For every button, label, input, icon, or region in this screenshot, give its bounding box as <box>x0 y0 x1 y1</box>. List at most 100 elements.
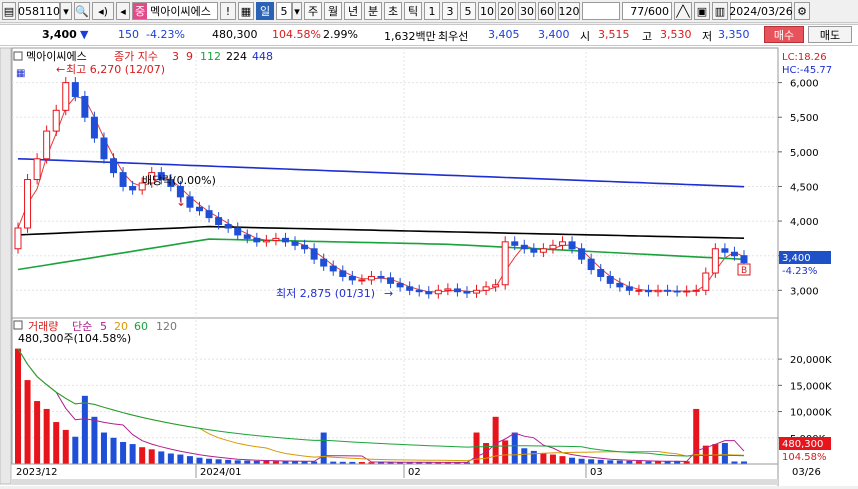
volume-bar <box>616 460 623 464</box>
legend-ma3: 3 <box>172 50 179 63</box>
tab-period-2[interactable]: 년 <box>344 2 362 20</box>
candle-body <box>320 258 328 267</box>
chart-scrollbar[interactable] <box>12 479 778 485</box>
candle-body <box>568 241 576 250</box>
volume-bar <box>540 453 547 464</box>
candle-body <box>664 289 672 292</box>
volume: 480,300 <box>212 28 258 41</box>
settings-gear-icon[interactable]: ⚙ <box>794 2 810 20</box>
candle-body <box>635 289 643 292</box>
candle-body <box>511 241 519 246</box>
date-field[interactable]: 2024/03/26 <box>729 2 793 20</box>
legend-ma112: 112 <box>200 50 221 63</box>
prev-icon[interactable]: ◂ <box>116 2 130 20</box>
open-label: 시 <box>580 30 591 43</box>
tab-period-0[interactable]: 주 <box>304 2 322 20</box>
volume-bar <box>91 416 98 464</box>
period-dropdown-icon[interactable]: ▾ <box>292 2 302 20</box>
volume-bar <box>712 444 719 464</box>
candle-body <box>549 244 557 250</box>
volume-bar <box>215 459 222 464</box>
y-tick-1: 5,500 <box>790 113 819 124</box>
tab-period-5[interactable]: 틱 <box>404 2 422 20</box>
tab-interval-6[interactable]: 60 <box>538 2 556 20</box>
volume-bar <box>225 459 232 464</box>
candle-body <box>434 289 442 295</box>
x-label-dec: 2023/12 <box>16 467 58 478</box>
candle-body <box>215 217 223 226</box>
y-tick-2: 5,000 <box>790 148 819 159</box>
candle-body <box>358 279 366 282</box>
candle-body <box>492 284 500 288</box>
x-axis: 2023/12 2024/01 02 03 03/26 <box>12 463 821 478</box>
tab-period-1[interactable]: 월 <box>324 2 342 20</box>
open-price: 3,515 <box>598 28 630 41</box>
candle-body <box>281 237 289 243</box>
stock-code-input[interactable]: 058110 <box>18 2 60 20</box>
trade-amount: 1,632백만 <box>384 30 436 43</box>
price-change-pct: -4.23% <box>146 28 185 41</box>
period-tabs: 주월년분초틱 <box>302 2 422 20</box>
volume-bar <box>206 458 213 464</box>
candle-body <box>453 288 461 293</box>
low-arrow-icon: → <box>384 287 393 300</box>
grid-icon[interactable]: ▦ <box>238 2 254 20</box>
candle-body <box>196 206 203 212</box>
vlegend-60: 60 <box>134 320 148 333</box>
tab-interval-7[interactable]: 120 <box>558 2 580 20</box>
table-icon[interactable]: ▦ <box>16 68 25 79</box>
candle-body <box>367 275 375 281</box>
best-ask: 3,405 <box>488 28 520 41</box>
chart-menu-icon[interactable]: ▤ <box>2 2 16 20</box>
down-arrow-icon: ▼ <box>80 28 89 41</box>
tab-interval-4[interactable]: 20 <box>498 2 516 20</box>
count-field[interactable]: 77/600 <box>622 2 672 20</box>
speaker-icon[interactable]: ◂) <box>92 2 114 20</box>
dividend-annotation: 배당락(0.00%) <box>142 174 216 187</box>
buy-button[interactable]: 매수 <box>764 26 804 43</box>
blank-field[interactable] <box>582 2 620 20</box>
chart-area[interactable]: 6,0005,5005,0004,5004,0003,5003,000 20,0… <box>0 46 858 486</box>
tab-interval-3[interactable]: 10 <box>478 2 496 20</box>
volume-bar <box>177 454 184 464</box>
alert-button[interactable]: ! <box>220 2 236 20</box>
x-label-end: 03/26 <box>792 467 821 478</box>
tab-interval-5[interactable]: 30 <box>518 2 536 20</box>
price-y-axis: 6,0005,5005,0004,5004,0003,5003,000 <box>778 79 819 297</box>
legend-ma224: 224 <box>226 50 247 63</box>
tab-day[interactable]: 일 <box>256 2 274 20</box>
zigzag-icon[interactable]: ╱╲ <box>674 2 692 20</box>
calendar-icon[interactable]: ▥ <box>712 2 728 20</box>
turnover: 2.99% <box>323 28 358 41</box>
tab-period-3[interactable]: 분 <box>364 2 382 20</box>
candle-body <box>119 172 127 187</box>
candle-body <box>597 269 605 277</box>
candle-body <box>234 227 242 236</box>
stock-name-field[interactable]: 중 멕아이씨에스 <box>132 2 218 20</box>
low-price: 3,350 <box>718 28 750 41</box>
high-label: 고 <box>642 30 653 43</box>
candle-body <box>711 248 719 274</box>
period-count[interactable]: 5 <box>276 2 292 20</box>
volume-badge-text: 480,300 <box>782 439 823 450</box>
toolbar: ▤ 058110 ▾ 🔍 ◂) ◂ 중 멕아이씨에스 ! ▦ 일 5 ▾ 주월년… <box>0 0 858 23</box>
candle-body <box>406 286 414 291</box>
tab-interval-0[interactable]: 1 <box>424 2 440 20</box>
code-dropdown-icon[interactable]: ▾ <box>60 2 72 20</box>
candle-body <box>329 265 337 272</box>
sell-button[interactable]: 매도 <box>808 26 852 43</box>
volume-bar <box>530 450 537 464</box>
tab-interval-1[interactable]: 3 <box>442 2 458 20</box>
candle-body <box>559 241 566 246</box>
save-icon[interactable]: ▣ <box>694 2 710 20</box>
candle-body <box>33 158 41 181</box>
candle-body <box>396 282 404 288</box>
tab-period-4[interactable]: 초 <box>384 2 402 20</box>
search-icon[interactable]: 🔍 <box>74 2 90 20</box>
tab-interval-2[interactable]: 5 <box>460 2 476 20</box>
market-tag: 중 <box>133 3 148 19</box>
dividend-arrow-icon: ↓ <box>176 195 186 209</box>
lc-label: LC:18.26 <box>782 52 827 63</box>
candle-body <box>673 290 681 293</box>
volume-bar <box>502 440 509 464</box>
